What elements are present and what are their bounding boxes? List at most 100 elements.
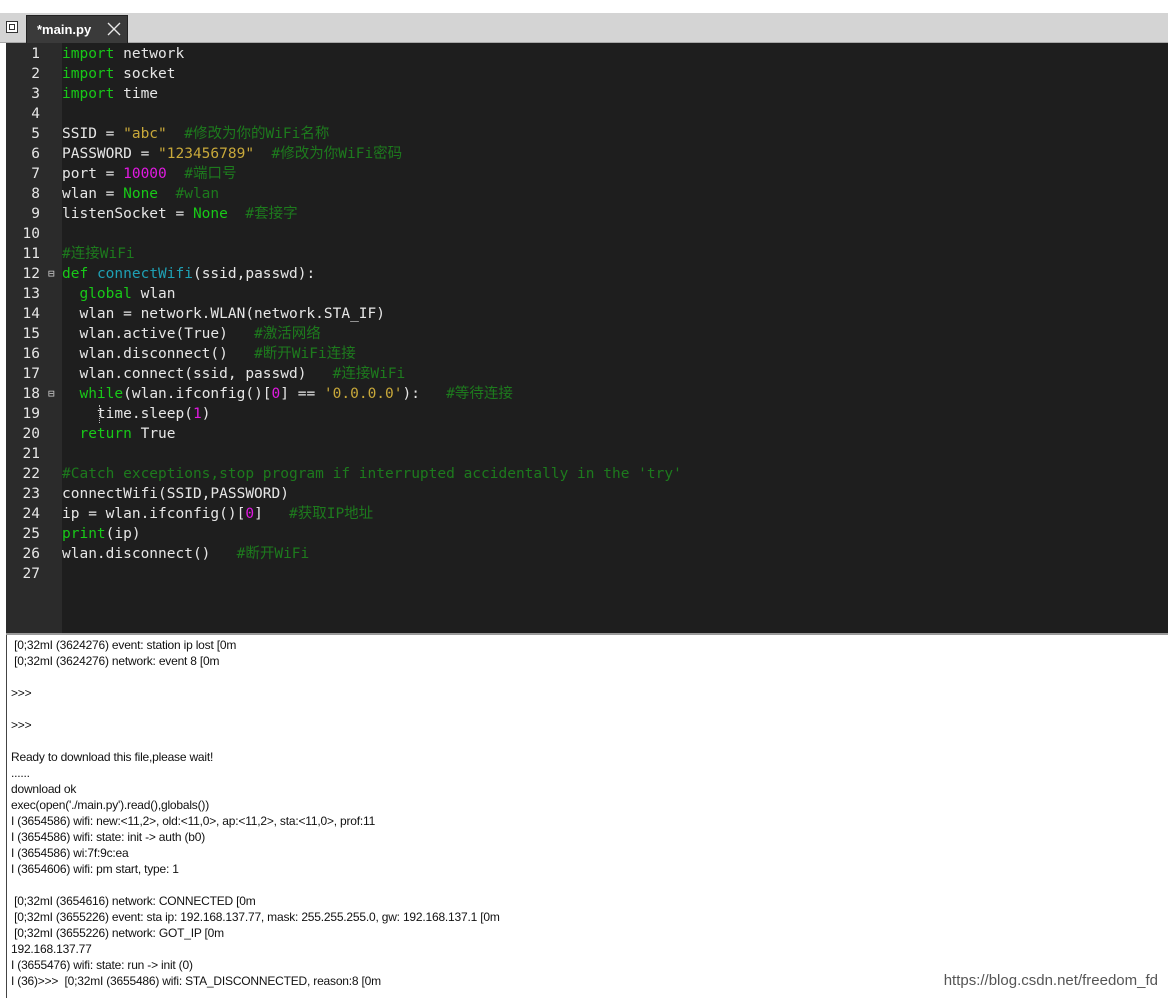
- code-token: (ip): [105, 526, 141, 542]
- line-number: 21: [22, 446, 40, 462]
- code-text: ip = wlan.ifconfig()[0] #获取IP地址: [62, 504, 373, 524]
- indent-guide: [99, 405, 101, 423]
- line-number: 7: [31, 166, 40, 182]
- code-text: PASSWORD = "123456789" #修改为你WiFi密码: [62, 144, 402, 164]
- code-token: wlan.disconnect(): [62, 546, 237, 562]
- console-line: ......: [11, 766, 30, 780]
- console-line: 192.168.137.77: [11, 942, 92, 956]
- code-token: True: [131, 426, 176, 442]
- watermark: https://blog.csdn.net/freedom_fd: [943, 972, 1158, 989]
- code-token: #断开WiFi: [236, 546, 310, 562]
- code-token: wlan = network.WLAN(network.STA_IF): [62, 306, 386, 322]
- code-line[interactable]: 17 wlan.connect(ssid, passwd) #连接WiFi: [6, 364, 1168, 384]
- line-number: 8: [31, 186, 40, 202]
- code-line[interactable]: 20 return True: [6, 424, 1168, 444]
- window-icon[interactable]: [6, 21, 18, 33]
- console-line: I (3655476) wifi: state: run -> init (0): [11, 958, 193, 972]
- line-number: 17: [22, 366, 40, 382]
- code-token: ] ==: [280, 386, 324, 402]
- code-text: wlan = network.WLAN(network.STA_IF): [62, 304, 385, 324]
- code-token: wlan.connect(ssid, passwd): [62, 366, 333, 382]
- code-line[interactable]: 7 port = 10000 #端口号: [6, 164, 1168, 184]
- code-line[interactable]: 27: [6, 564, 1168, 584]
- code-token: #修改为你WiFi密码: [254, 146, 403, 162]
- code-line[interactable]: 25 print(ip): [6, 524, 1168, 544]
- code-line[interactable]: 2 import socket: [6, 64, 1168, 84]
- code-text: print(ip): [62, 524, 141, 544]
- code-token: wlan.disconnect(): [62, 346, 255, 362]
- line-number: 3: [31, 86, 40, 102]
- code-line[interactable]: 24 ip = wlan.ifconfig()[0] #获取IP地址: [6, 504, 1168, 524]
- code-line[interactable]: 26 wlan.disconnect() #断开WiFi: [6, 544, 1168, 564]
- terminal-console[interactable]: [0;32mI (3624276) event: station ip lost…: [6, 635, 1168, 998]
- code-token: #连接WiFi: [62, 246, 135, 262]
- console-line: [0;32mI (3655226) network: GOT_IP [0m: [11, 926, 224, 940]
- code-line[interactable]: 14 wlan = network.WLAN(network.STA_IF): [6, 304, 1168, 324]
- code-text: wlan = None #wlan: [62, 184, 219, 204]
- console-line: [0;32mI (3624276) network: event 8 [0m: [11, 654, 220, 668]
- code-text: global wlan: [62, 284, 175, 304]
- code-line[interactable]: 22 #Catch exceptions,stop program if inte…: [6, 464, 1168, 484]
- code-token: wlan.active(True): [62, 326, 255, 342]
- code-line[interactable]: 15 wlan.active(True) #激活网络: [6, 324, 1168, 344]
- console-line: download ok: [11, 782, 77, 796]
- line-number: 27: [22, 566, 40, 582]
- code-line[interactable]: 3 import time: [6, 84, 1168, 104]
- code-line[interactable]: 19 time.sleep(1): [6, 404, 1168, 424]
- console-line: [0;32mI (3655226) event: sta ip: 192.168…: [11, 910, 500, 924]
- line-number: 10: [22, 226, 40, 242]
- code-token: #获取IP地址: [288, 506, 374, 522]
- code-line[interactable]: 13 global wlan: [6, 284, 1168, 304]
- code-line[interactable]: 21: [6, 444, 1168, 464]
- code-line[interactable]: 1 import network: [6, 44, 1168, 64]
- code-token: connectWifi: [96, 266, 193, 282]
- code-token: "123456789": [158, 146, 255, 162]
- line-number: 23: [22, 486, 40, 502]
- code-token: while: [79, 386, 124, 402]
- code-line[interactable]: 23 connectWifi(SSID,PASSWORD): [6, 484, 1168, 504]
- code-line[interactable]: 5 SSID = "abc" #修改为你的WiFi名称: [6, 124, 1168, 144]
- code-line[interactable]: 12 ⊟ def connectWifi(ssid,passwd):: [6, 264, 1168, 284]
- code-line[interactable]: 8 wlan = None #wlan: [6, 184, 1168, 204]
- code-token: def: [62, 266, 89, 282]
- line-number: 11: [22, 246, 40, 262]
- tab-bar: *main.py: [0, 13, 1168, 43]
- code-token: (wlan.ifconfig()[: [123, 386, 272, 402]
- line-number: 24: [22, 506, 40, 522]
- console-line: >>>: [11, 686, 32, 700]
- console-line: I (3654586) wi:7f:9c:ea: [11, 846, 129, 860]
- code-line[interactable]: 6 PASSWORD = "123456789" #修改为你WiFi密码: [6, 144, 1168, 164]
- fold-toggle-icon[interactable]: ⊟: [48, 264, 55, 284]
- code-line[interactable]: 11 #连接WiFi: [6, 244, 1168, 264]
- line-number: 12: [22, 266, 40, 282]
- console-line: I (36)>>> [0;32mI (3655486) wifi: STA_DI…: [11, 974, 381, 988]
- code-token: import: [62, 46, 115, 62]
- console-line: I (3654586) wifi: state: init -> auth (b…: [11, 830, 206, 844]
- code-token: #套接字: [227, 206, 298, 222]
- code-line[interactable]: 16 wlan.disconnect() #断开WiFi连接: [6, 344, 1168, 364]
- fold-toggle-icon[interactable]: ⊟: [48, 384, 55, 404]
- code-token: wlan =: [62, 186, 124, 202]
- code-line[interactable]: 18 ⊟ while(wlan.ifconfig()[0] == '0.0.0.0…: [6, 384, 1168, 404]
- line-number: 1: [31, 46, 40, 62]
- code-text: listenSocket = None #套接字: [62, 204, 298, 224]
- code-token: ):: [402, 386, 447, 402]
- code-editor[interactable]: 1 import network 2 import socket 3 import tim…: [6, 43, 1168, 633]
- code-token: #断开WiFi连接: [254, 346, 356, 362]
- code-token: global: [79, 286, 132, 302]
- tab-main-py[interactable]: *main.py: [26, 15, 128, 43]
- code-text: SSID = "abc" #修改为你的WiFi名称: [62, 124, 329, 144]
- close-icon[interactable]: [106, 21, 122, 37]
- code-line[interactable]: 10: [6, 224, 1168, 244]
- code-text: import network: [62, 44, 184, 64]
- code-token: '0.0.0.0': [323, 386, 403, 402]
- code-line[interactable]: 4: [6, 104, 1168, 124]
- code-token: time.sleep(: [62, 406, 193, 422]
- code-text: wlan.disconnect() #断开WiFi连接: [62, 344, 356, 364]
- code-line[interactable]: 9 listenSocket = None #套接字: [6, 204, 1168, 224]
- code-text: wlan.disconnect() #断开WiFi: [62, 544, 309, 564]
- code-token: socket: [114, 66, 176, 82]
- console-line: exec(open('./main.py').read(),globals()): [11, 798, 209, 812]
